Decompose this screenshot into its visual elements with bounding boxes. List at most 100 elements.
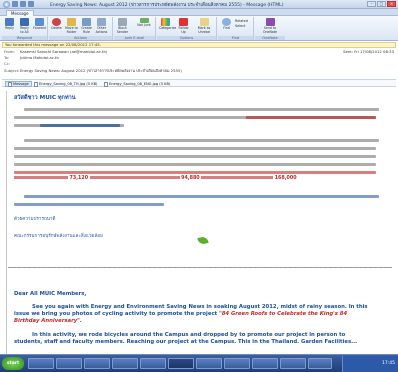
green-leaf-icon bbox=[197, 236, 209, 245]
taskbar-app-4[interactable] bbox=[112, 358, 138, 369]
message-header: You forwarded this message on 22/08/2012… bbox=[0, 41, 398, 91]
reply-icon bbox=[5, 18, 14, 26]
image-file-icon bbox=[34, 81, 38, 87]
thai-figure-3: 168,000 bbox=[274, 176, 297, 181]
ribbon-group-junk: Block Sender Not Junk Junk E-mail bbox=[114, 17, 156, 40]
find-button[interactable]: Find bbox=[220, 18, 233, 35]
forward-icon bbox=[35, 18, 44, 26]
delete-icon bbox=[52, 18, 61, 26]
ribbon-group-onenote: Send to OneNote OneNote bbox=[255, 17, 285, 40]
ribbon-tab-row: Message bbox=[0, 9, 398, 16]
thai-text-stroke bbox=[201, 176, 274, 179]
binoculars-icon bbox=[222, 18, 231, 26]
thai-signoff: ด้วยความปรารถนาดี bbox=[14, 217, 56, 222]
thai-committee: คณะกรรมการอนุรักษ์พลังงานและสิ่งแวดล้อม bbox=[14, 234, 104, 239]
attachment-bar: Message Energy_Saving_08_TH.jpg (5 KB) E… bbox=[2, 79, 396, 87]
taskbar: start 17:45 bbox=[0, 354, 398, 372]
office-button-icon[interactable] bbox=[3, 1, 10, 8]
thai-paragraph-line bbox=[24, 195, 379, 198]
sent-row: Sent: Fri 17/08/2012 08:33 bbox=[343, 49, 394, 54]
close-button[interactable]: × bbox=[387, 1, 396, 7]
undo-icon[interactable] bbox=[20, 1, 26, 7]
taskbar-app-1[interactable] bbox=[28, 358, 54, 369]
mark-unread-button[interactable]: Mark as Unread bbox=[195, 18, 213, 35]
thai-paragraph-line bbox=[14, 203, 164, 206]
window-title: Energy Saving News: August 2012 (ข่าวสาร… bbox=[50, 3, 284, 8]
save-icon[interactable] bbox=[12, 1, 18, 7]
move-to-folder-button[interactable]: Move to Folder bbox=[65, 18, 78, 35]
en-paragraph-1-cont: issue we bring you photos of cycling act… bbox=[14, 311, 348, 317]
minimize-button[interactable]: – bbox=[367, 1, 376, 7]
info-bar[interactable]: You forwarded this message on 22/08/2012… bbox=[2, 42, 396, 48]
en-paragraph-2-cont: students, staff and faculty members. Rea… bbox=[14, 339, 358, 345]
taskbar-app-7[interactable] bbox=[224, 358, 250, 369]
ribbon-group-find: Find Related Select Find bbox=[218, 17, 254, 40]
other-actions-button[interactable]: Other Actions bbox=[95, 18, 108, 35]
envelope-icon bbox=[199, 18, 209, 26]
system-tray-clock[interactable]: 17:45 bbox=[342, 356, 398, 372]
thai-text-stroke bbox=[89, 176, 180, 179]
flag-icon bbox=[179, 18, 188, 26]
forward-button[interactable]: Forward bbox=[33, 18, 46, 35]
follow-up-button[interactable]: Follow Up bbox=[177, 18, 190, 35]
thai-highlight-line bbox=[14, 171, 376, 174]
language-separator bbox=[8, 267, 392, 268]
maximize-button[interactable]: □ bbox=[377, 1, 386, 7]
en-paragraph-1: See you again with Energy and Environmen… bbox=[32, 304, 368, 310]
group-label-find: Find bbox=[218, 36, 253, 40]
to-row: To: Jutima Mahidol.ac.th bbox=[4, 55, 59, 60]
ribbon-group-respond: Reply Reply to All Forward Respond bbox=[2, 17, 48, 40]
sent-value: Fri 17/08/2012 08:33 bbox=[354, 49, 394, 54]
title-bar: Energy Saving News: August 2012 (ข่าวสาร… bbox=[0, 0, 398, 9]
attachment-message[interactable]: Message bbox=[5, 81, 32, 87]
message-body: สวัสดีชาว MUIC ทุกท่าน 73,120 94,880 168… bbox=[0, 91, 398, 354]
onenote-icon bbox=[265, 18, 275, 26]
group-label-options: Options bbox=[157, 36, 216, 40]
from-row: From: Kasemsi Sarochi Sarawan (ae@mahidol… bbox=[4, 49, 108, 54]
ribbon-group-actions: Delete Move to Folder Create Rule Other … bbox=[49, 17, 113, 40]
folder-icon bbox=[67, 18, 76, 26]
taskbar-app-outlook-message[interactable] bbox=[168, 358, 194, 369]
rule-icon bbox=[82, 18, 91, 26]
image-file-icon bbox=[104, 81, 108, 87]
thai-paragraph-line bbox=[14, 163, 376, 166]
taskbar-app-2[interactable] bbox=[56, 358, 82, 369]
redo-icon[interactable] bbox=[28, 1, 34, 7]
create-rule-button[interactable]: Create Rule bbox=[80, 18, 93, 35]
attachment-file-th[interactable]: Energy_Saving_08_TH.jpg (5 KB) bbox=[32, 81, 99, 87]
group-label-respond: Respond bbox=[2, 36, 47, 40]
en-paragraph-2: In this activity, we rode bicycles aroun… bbox=[32, 332, 346, 338]
project-name: "84 Green Roofs to Celebrate the King's … bbox=[218, 311, 348, 317]
taskbar-app-5[interactable] bbox=[140, 358, 166, 369]
thai-figure-2: 94,880 bbox=[181, 176, 200, 181]
thai-paragraph-line bbox=[14, 147, 376, 150]
categorize-button[interactable]: Categorize bbox=[159, 18, 176, 35]
message-icon bbox=[8, 81, 12, 87]
cc-row: Cc: bbox=[4, 61, 11, 66]
taskbar-app-3[interactable] bbox=[84, 358, 110, 369]
from-value[interactable]: Kasemsi Sarochi Sarawan (ae@mahidol.ac.t… bbox=[20, 49, 107, 54]
en-paragraph-1-end: Birthday Anniversary". bbox=[14, 318, 82, 324]
reply-all-button[interactable]: Reply to All bbox=[18, 18, 31, 35]
not-junk-button[interactable]: Not Junk bbox=[134, 18, 154, 35]
other-actions-icon bbox=[97, 18, 106, 26]
taskbar-app-8[interactable] bbox=[252, 358, 278, 369]
en-greeting: Dear All MUIC Members, bbox=[14, 291, 87, 297]
subject-value: Energy Saving News: August 2012 (ข่าวสาร… bbox=[20, 68, 182, 73]
taskbar-app-10[interactable] bbox=[308, 358, 332, 369]
reply-all-icon bbox=[20, 18, 29, 26]
attachment-file-eng[interactable]: Energy_Saving_08_ENG.jpg (5 KB) bbox=[102, 81, 172, 87]
send-to-onenote-button[interactable]: Send to OneNote bbox=[261, 18, 279, 35]
reply-button[interactable]: Reply bbox=[3, 18, 16, 35]
group-label-onenote: OneNote bbox=[255, 36, 285, 40]
taskbar-app-6[interactable] bbox=[196, 358, 222, 369]
thai-text-stroke bbox=[14, 176, 68, 179]
select-button[interactable]: Select bbox=[235, 24, 248, 29]
taskbar-app-9[interactable] bbox=[280, 358, 306, 369]
subject-row: Subject:Energy Saving News: August 2012 … bbox=[4, 68, 182, 73]
start-button[interactable]: start bbox=[2, 357, 24, 370]
group-label-junk: Junk E-mail bbox=[114, 36, 155, 40]
to-value[interactable]: Jutima Mahidol.ac.th bbox=[20, 55, 59, 60]
delete-button[interactable]: Delete bbox=[50, 18, 63, 35]
block-sender-button[interactable]: Block Sender bbox=[116, 18, 129, 35]
